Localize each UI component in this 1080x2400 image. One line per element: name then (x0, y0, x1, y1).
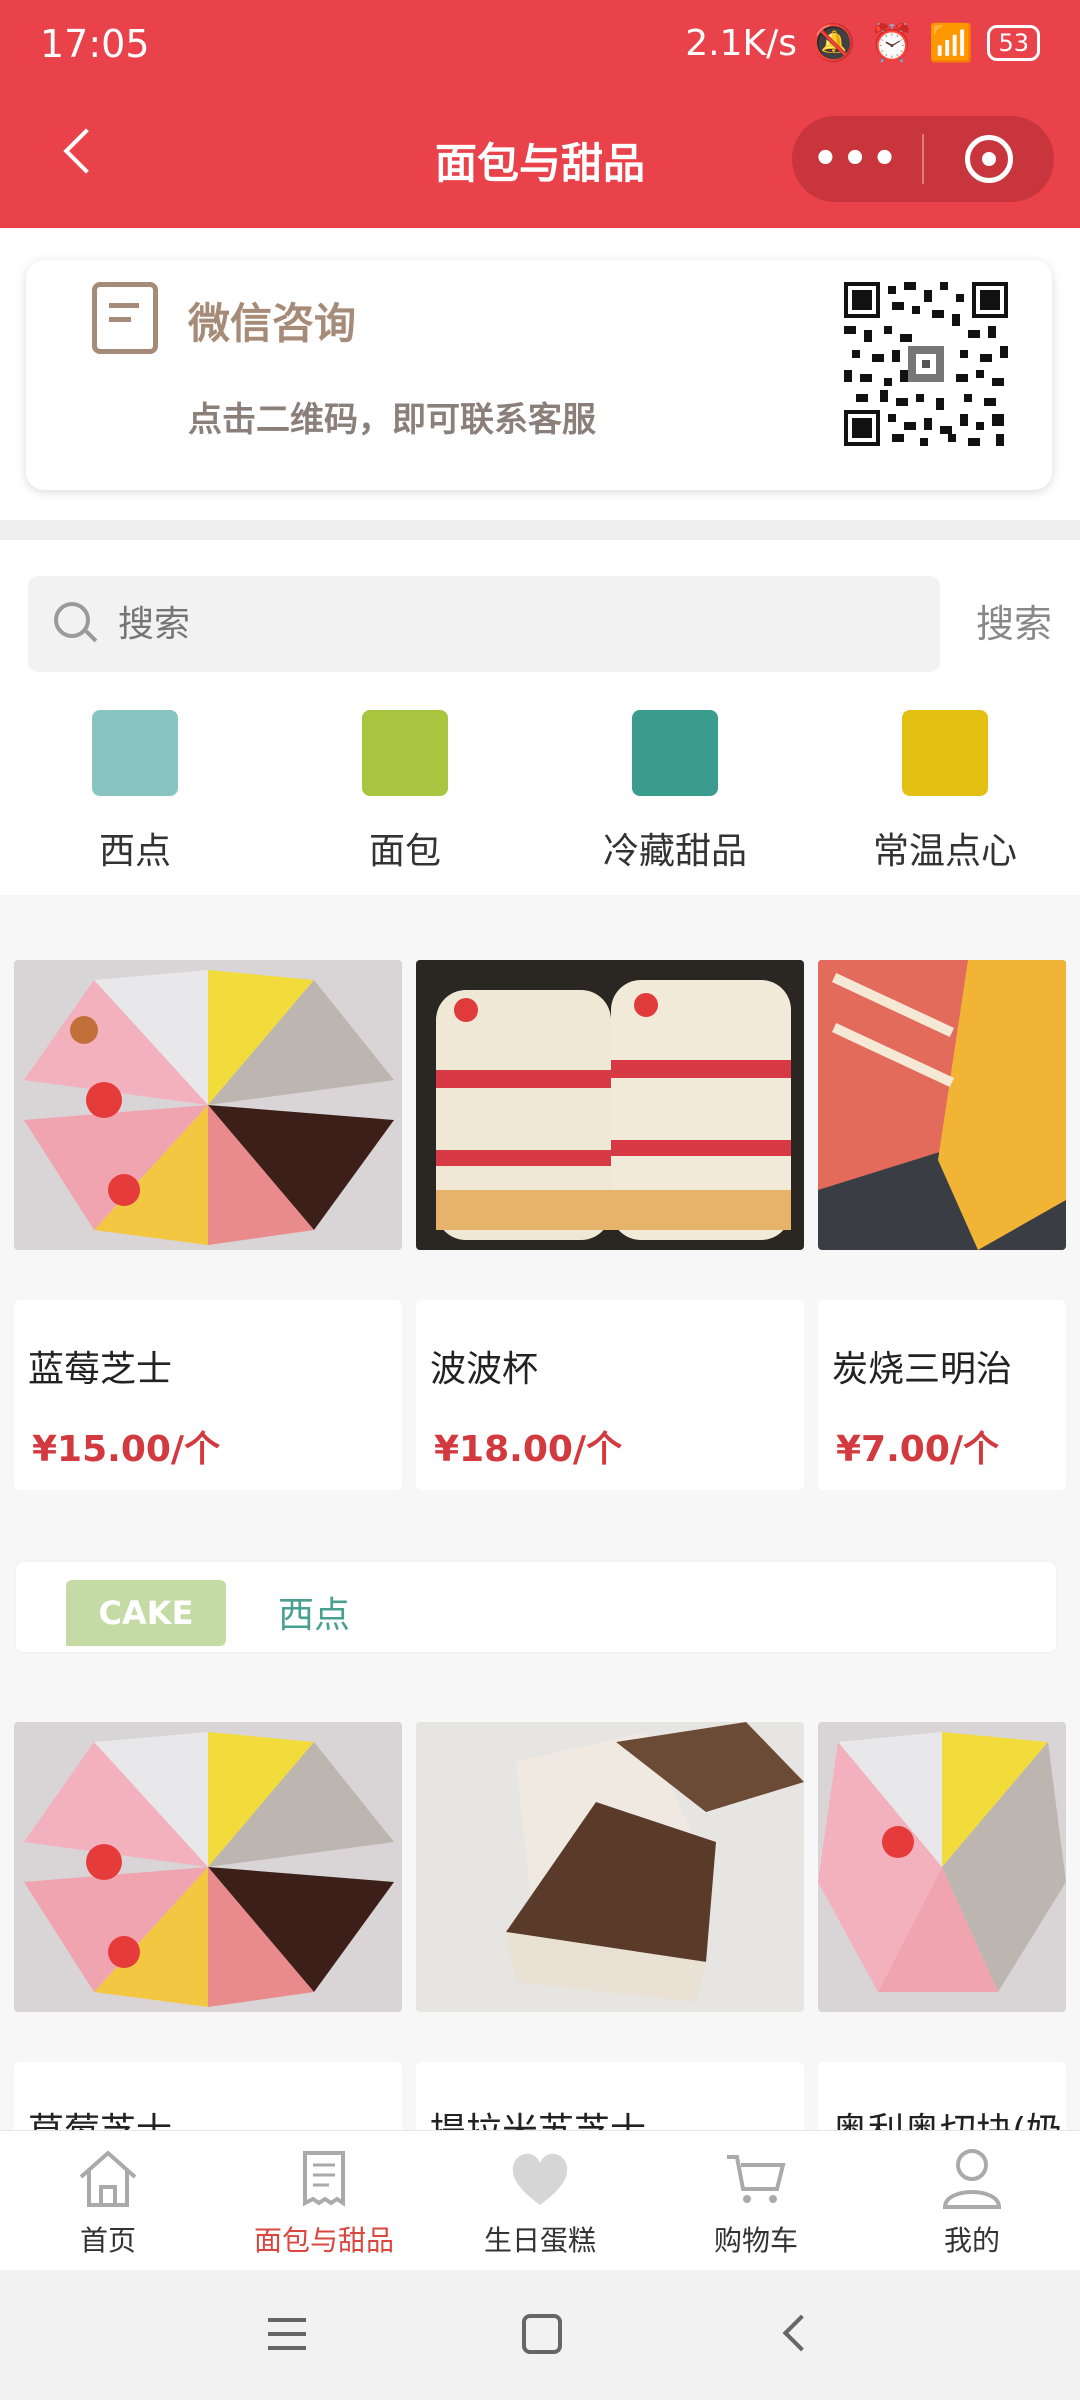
product-image (818, 1722, 1066, 2012)
product-info: 提拉米苏芝士 (416, 2062, 804, 2130)
system-back-icon[interactable] (782, 2314, 820, 2352)
category-label: 面包 (368, 831, 441, 872)
search-input[interactable] (116, 576, 920, 674)
tab-label: 购物车 (713, 2224, 798, 2257)
network-speed: 2.1K/s (685, 22, 797, 64)
category-icon (632, 710, 718, 796)
search-box[interactable] (28, 576, 940, 674)
close-miniprogram-button[interactable] (924, 135, 1054, 183)
category-label: 冷藏甜品 (602, 831, 747, 872)
mute-bell-icon: 🔕 (810, 23, 856, 64)
cart-icon (721, 2143, 791, 2213)
category-icon (92, 710, 178, 796)
tab-label: 面包与甜品 (253, 2224, 394, 2257)
miniprogram-capsule: ••• (792, 116, 1054, 202)
product-name: 波波杯 (430, 1349, 539, 1390)
product-image (416, 960, 804, 1250)
category-snack[interactable]: 常温点心 (825, 710, 1065, 874)
category-label: 西点 (98, 831, 171, 872)
product-info: 蓝莓芝士 ¥15.00/个 (14, 1300, 402, 1490)
product-card[interactable]: 蓝莓芝士 ¥15.00/个 (14, 960, 402, 1490)
home-icon (73, 2143, 143, 2213)
tab-profile[interactable]: 我的 (864, 2131, 1080, 2271)
header-bar: 17:05 2.1K/s 🔕 ⏰ 📶 53 面包与甜品 ••• (0, 0, 1080, 228)
system-nav-bar (0, 2270, 1080, 2400)
section-divider (0, 520, 1080, 540)
tab-bread-dessert[interactable]: 面包与甜品 (216, 2131, 432, 2271)
bottom-tab-bar: 首页 面包与甜品 生日蛋糕 购物车 我的 (0, 2130, 1080, 2271)
product-price: ¥7.00/个 (836, 1429, 1000, 1470)
qr-code[interactable] (844, 282, 1008, 446)
product-name: 奥利奥切块(奶 (832, 2102, 1062, 2130)
consult-card: 微信咨询 点击二维码，即可联系客服 (26, 260, 1052, 490)
product-name: 草莓芝士 (28, 2102, 172, 2130)
search-icon (54, 602, 90, 638)
product-card[interactable]: 奥利奥切块(奶 (818, 1722, 1066, 2130)
alarm-icon: ⏰ (869, 23, 915, 64)
product-name: 蓝莓芝士 (28, 1349, 173, 1390)
document-icon (92, 282, 158, 354)
product-name: 炭烧三明治 (832, 1349, 1013, 1390)
consult-title: 微信咨询 (188, 299, 357, 348)
product-info: 波波杯 ¥18.00/个 (416, 1300, 804, 1490)
product-card[interactable]: 提拉米苏芝士 (416, 1722, 804, 2130)
home-square-icon[interactable] (522, 2314, 562, 2354)
product-card[interactable]: 草莓芝士 (14, 1722, 402, 2130)
tab-label: 生日蛋糕 (483, 2224, 596, 2257)
category-xidian[interactable]: 西点 (15, 710, 255, 874)
category-chilled-dessert[interactable]: 冷藏甜品 (555, 710, 795, 874)
section-tag: CAKE (66, 1580, 226, 1646)
product-grid-top: 蓝莓芝士 ¥15.00/个 波波杯 ¥18.00/个 炭烧三明治 ¥7.00/个 (14, 960, 1066, 1500)
product-image (14, 1722, 402, 2012)
target-icon (965, 135, 1013, 183)
receipt-icon (289, 2143, 359, 2213)
category-icon (362, 710, 448, 796)
product-price: ¥15.00/个 (32, 1429, 221, 1470)
category-icon (902, 710, 988, 796)
tab-cart[interactable]: 购物车 (648, 2131, 864, 2271)
heart-icon (505, 2143, 575, 2213)
tab-home[interactable]: 首页 (0, 2131, 216, 2271)
search-section: 搜索 西点 面包 冷藏甜品 常温点心 (0, 540, 1080, 895)
menu-icon[interactable] (268, 2318, 306, 2360)
tab-label: 首页 (79, 2224, 136, 2257)
status-time: 17:05 (40, 22, 150, 66)
product-card[interactable]: 炭烧三明治 ¥7.00/个 (818, 960, 1066, 1490)
product-name: 提拉米苏芝士 (430, 2102, 646, 2130)
more-menu-button[interactable]: ••• (792, 136, 922, 182)
section-header: CAKE 西点 (16, 1562, 1056, 1652)
user-icon (937, 2143, 1007, 2213)
category-label: 常温点心 (872, 831, 1017, 872)
signal-icon: 📶 (928, 23, 974, 64)
consult-subtitle: 点击二维码，即可联系客服 (188, 400, 596, 440)
tab-label: 我的 (943, 2224, 1000, 2257)
product-info: 草莓芝士 (14, 2062, 402, 2130)
product-price: ¥18.00/个 (434, 1429, 623, 1470)
status-icons: 2.1K/s 🔕 ⏰ 📶 53 (685, 22, 1040, 64)
tab-birthday-cake[interactable]: 生日蛋糕 (432, 2131, 648, 2271)
product-info: 炭烧三明治 ¥7.00/个 (818, 1300, 1066, 1490)
category-bread[interactable]: 面包 (285, 710, 525, 874)
product-image (416, 1722, 804, 2012)
section-title: 西点 (278, 1595, 351, 1636)
product-grid-bottom: 草莓芝士 提拉米苏芝士 (14, 1722, 1066, 2130)
product-card[interactable]: 波波杯 ¥18.00/个 (416, 960, 804, 1490)
product-info: 奥利奥切块(奶 (818, 2062, 1066, 2130)
product-image (818, 960, 1066, 1250)
category-row: 西点 面包 冷藏甜品 常温点心 (0, 710, 1080, 874)
product-image (14, 960, 402, 1250)
battery-icon: 53 (987, 25, 1040, 61)
search-button[interactable]: 搜索 (976, 576, 1052, 672)
